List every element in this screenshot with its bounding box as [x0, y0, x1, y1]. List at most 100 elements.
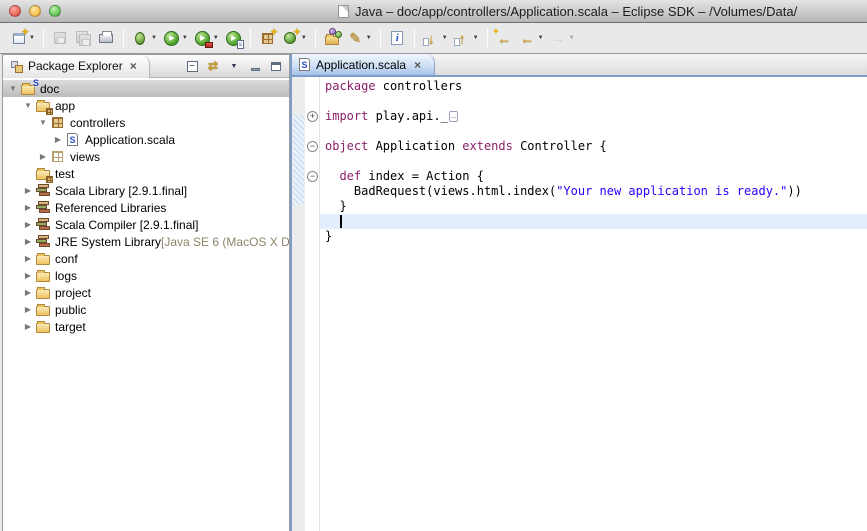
code-line[interactable]	[320, 154, 867, 169]
tab-package-explorer[interactable]: Package Explorer ×	[3, 55, 150, 78]
code-line[interactable]: object Application extends Controller {	[320, 139, 867, 154]
tree-item-target[interactable]: ▶ target	[3, 318, 289, 335]
tree-item-label: target	[55, 320, 86, 334]
package-explorer-icon	[10, 60, 23, 73]
back-dropdown-arrow[interactable]: ▼	[538, 35, 544, 41]
disclosure-collapsed-icon[interactable]: ▶	[22, 288, 34, 297]
tree-item-doc[interactable]: ▼Sdoc	[3, 80, 289, 97]
tree-item-views[interactable]: ▶views	[3, 148, 289, 165]
code-line[interactable]	[320, 94, 867, 109]
close-window-button[interactable]	[9, 5, 21, 17]
tree-item-test[interactable]: test	[3, 165, 289, 182]
debug-dropdown-arrow[interactable]: ▼	[151, 35, 157, 41]
tree-item-project[interactable]: ▶project	[3, 284, 289, 301]
view-menu-icon[interactable]: ▼	[227, 59, 241, 73]
zoom-window-button[interactable]	[49, 5, 61, 17]
disclosure-collapsed-icon[interactable]: ▶	[22, 322, 34, 331]
code-line[interactable]: def index = Action {	[320, 169, 867, 184]
tree-item-app[interactable]: ▼app	[3, 97, 289, 114]
link-with-editor-icon[interactable]: ⇄	[206, 59, 220, 73]
save-all-button	[72, 26, 95, 51]
code-line[interactable]: package controllers	[320, 79, 867, 94]
tree-item-controllers[interactable]: ▼controllers	[3, 114, 289, 131]
code-token: controllers	[376, 79, 463, 93]
back-button[interactable]: ←▼	[516, 26, 547, 51]
code-line[interactable]: import play.api._	[320, 109, 867, 124]
tree-item-label: Application.scala	[85, 133, 175, 147]
collapsed-code-icon[interactable]	[449, 111, 458, 122]
code-line[interactable]: }	[320, 199, 867, 214]
fold-collapse-icon[interactable]: −	[307, 141, 318, 152]
disclosure-collapsed-icon[interactable]: ▶	[22, 203, 34, 212]
new-wizard-dropdown-arrow[interactable]: ▼	[29, 35, 35, 41]
disclosure-collapsed-icon[interactable]: ▶	[22, 186, 34, 195]
disclosure-expanded-icon[interactable]: ▼	[22, 101, 34, 110]
new-wizard-button[interactable]: ✦▼	[7, 26, 38, 51]
minimize-window-button[interactable]	[29, 5, 41, 17]
run-external-tools-button[interactable]: ▶▼	[191, 26, 222, 51]
code-line[interactable]: BadRequest(views.html.index("Your new ap…	[320, 184, 867, 199]
code-line-current[interactable]	[320, 214, 867, 229]
tree-item-label: test	[55, 167, 74, 181]
print-button[interactable]	[95, 26, 118, 51]
disclosure-collapsed-icon[interactable]: ▶	[22, 254, 34, 263]
run-external-tools-dropdown-arrow[interactable]: ▼	[213, 35, 219, 41]
editor-panel: S Application.scala × + − − package contro…	[290, 54, 867, 531]
mark-occurrences-button[interactable]: ✎▼	[344, 26, 375, 51]
run-button[interactable]: ▶▼	[160, 26, 191, 51]
code-token: }	[325, 199, 347, 213]
toolbar-separator	[315, 28, 316, 48]
code-token: play.api._	[368, 109, 447, 123]
disclosure-collapsed-icon[interactable]: ▶	[22, 305, 34, 314]
folder-icon	[34, 319, 51, 334]
maximize-icon[interactable]	[269, 59, 283, 73]
code-line[interactable]	[320, 124, 867, 139]
debug-button[interactable]: ▼	[129, 26, 160, 51]
open-type-button[interactable]	[321, 26, 344, 51]
next-annotation-dropdown-arrow[interactable]: ▼	[442, 35, 448, 41]
package-empty-icon	[49, 149, 66, 164]
disclosure-collapsed-icon[interactable]: ▶	[22, 237, 34, 246]
tree-item-referenced-libraries[interactable]: ▶Referenced Libraries	[3, 199, 289, 216]
tree-item-conf[interactable]: ▶conf	[3, 250, 289, 267]
show-javadoc-button[interactable]: i	[386, 26, 409, 51]
last-edit-location-button[interactable]: ✦←	[493, 26, 516, 51]
disclosure-collapsed-icon[interactable]: ▶	[52, 135, 64, 144]
tree-item-application.scala[interactable]: ▶SApplication.scala	[3, 131, 289, 148]
code-token: Controller {	[513, 139, 607, 153]
disclosure-expanded-icon[interactable]: ▼	[37, 118, 49, 127]
tree-item-scala-library-2.9.1.final-[interactable]: ▶Scala Library [2.9.1.final]	[3, 182, 289, 199]
new-java-package-button[interactable]: ✦	[256, 26, 279, 51]
minimize-icon[interactable]	[248, 59, 262, 73]
new-class-icon: ✦	[282, 30, 299, 47]
fold-expand-icon[interactable]: +	[307, 111, 318, 122]
disclosure-collapsed-icon[interactable]: ▶	[22, 271, 34, 280]
close-icon[interactable]: ×	[130, 59, 137, 73]
debug-icon	[132, 30, 149, 47]
disclosure-collapsed-icon[interactable]: ▶	[37, 152, 49, 161]
code-editor[interactable]: + − − package controllers import play.api._…	[292, 77, 867, 531]
run-configuration-button[interactable]: ▶s	[222, 26, 245, 51]
disclosure-expanded-icon[interactable]: ▼	[7, 84, 19, 93]
fold-collapse-icon[interactable]: −	[307, 171, 318, 182]
tree-item-logs[interactable]: ▶logs	[3, 267, 289, 284]
folding-ruler: + − −	[305, 77, 320, 531]
previous-annotation-dropdown-arrow[interactable]: ▼	[473, 35, 479, 41]
mark-occurrences-dropdown-arrow[interactable]: ▼	[366, 35, 372, 41]
tree-item-jre-system-library[interactable]: ▶JRE System Library [Java SE 6 (MacOS X …	[3, 233, 289, 250]
run-dropdown-arrow[interactable]: ▼	[182, 35, 188, 41]
tree-item-public[interactable]: ▶public	[3, 301, 289, 318]
tree-item-scala-compiler-2.9.1.final-[interactable]: ▶Scala Compiler [2.9.1.final]	[3, 216, 289, 233]
document-icon	[338, 5, 349, 18]
tab-application-scala[interactable]: S Application.scala ×	[292, 54, 435, 75]
next-annotation-button[interactable]: ↓▼	[420, 26, 451, 51]
previous-annotation-button[interactable]: ↑▼	[451, 26, 482, 51]
close-icon[interactable]: ×	[414, 58, 421, 72]
collapse-all-icon[interactable]: −	[185, 59, 199, 73]
disclosure-collapsed-icon[interactable]: ▶	[22, 220, 34, 229]
new-class-dropdown-arrow[interactable]: ▼	[301, 35, 307, 41]
code-area[interactable]: package controllers import play.api._obje…	[320, 77, 867, 531]
new-class-button[interactable]: ✦▼	[279, 26, 310, 51]
scala-file-icon: S	[299, 58, 310, 71]
code-line[interactable]: }	[320, 229, 867, 244]
